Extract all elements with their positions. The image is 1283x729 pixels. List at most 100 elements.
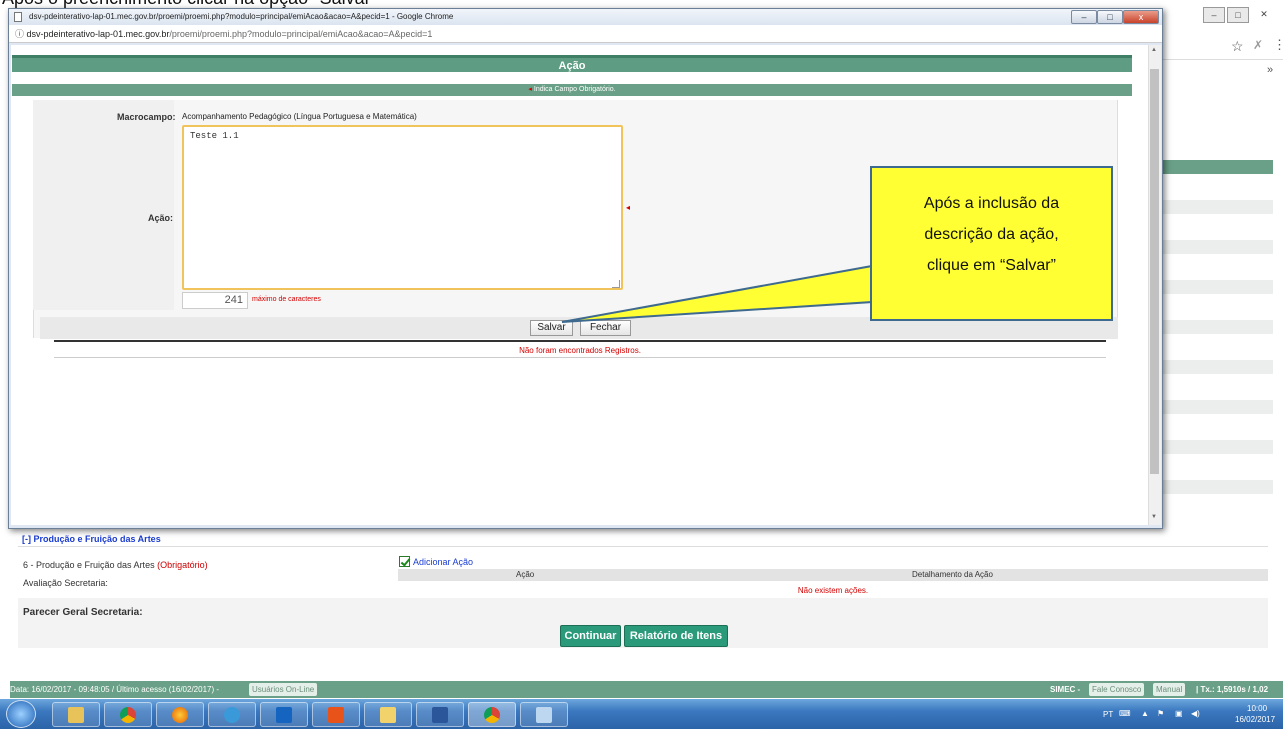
- acao-label: Ação:: [148, 213, 174, 223]
- clock-date[interactable]: 16/02/2017: [1235, 715, 1275, 724]
- callout-line-1: Após a inclusão da: [923, 195, 1060, 212]
- more-icon[interactable]: »: [1267, 64, 1273, 76]
- taskbar-orange-app[interactable]: [312, 702, 360, 727]
- keyboard-icon[interactable]: ⌨: [1119, 709, 1131, 718]
- close-button[interactable]: x: [1123, 10, 1159, 24]
- taskbar-explorer[interactable]: [52, 702, 100, 727]
- footer-date: Data: 16/02/2017 - 09:48:05 / Último ace…: [10, 685, 220, 694]
- divider: [54, 357, 1106, 358]
- background-green-bar: [1163, 160, 1273, 174]
- relatorio-button[interactable]: Relatório de Itens: [624, 625, 728, 647]
- col-acao: Ação: [516, 570, 535, 579]
- acao-textarea[interactable]: Teste 1.1: [182, 125, 623, 290]
- required-marker-icon: ◂: [626, 203, 631, 212]
- background-stripe: [1163, 480, 1273, 494]
- background-stripe: [1163, 440, 1273, 454]
- footer-tx: | Tx.: 1,5910s / 1,02: [1196, 685, 1269, 694]
- minimize-button[interactable]: –: [1071, 10, 1097, 24]
- row-label: 6 - Produção e Fruição das Artes (Obriga…: [23, 560, 208, 570]
- language-indicator[interactable]: PT: [1103, 710, 1113, 719]
- volume-icon[interactable]: ◀): [1191, 709, 1200, 718]
- star-icon[interactable]: ☆: [1231, 38, 1244, 55]
- resize-grip-icon[interactable]: [612, 280, 620, 288]
- page-icon: [14, 12, 22, 22]
- maximize-icon[interactable]: □: [1227, 7, 1249, 23]
- chrome-icon: [484, 706, 500, 723]
- address-path: /proemi/proemi.php?modulo=principal/emiA…: [169, 29, 433, 39]
- taskbar-chrome[interactable]: [104, 702, 152, 727]
- scroll-up-icon[interactable]: ▲: [1151, 47, 1157, 53]
- popup-window-controls: – □ x: [1071, 9, 1161, 25]
- window-icon: [536, 706, 552, 723]
- background-stripe: [1163, 360, 1273, 374]
- avaliacao-label: Avaliação Secretaria:: [23, 578, 108, 588]
- save-button[interactable]: Salvar: [530, 320, 573, 336]
- scroll-down-icon[interactable]: ▼: [1151, 514, 1157, 520]
- background-stripe: [1163, 400, 1273, 414]
- taskbar-ie[interactable]: [208, 702, 256, 727]
- background-stripe: [1163, 320, 1273, 334]
- row-label-text: 6 - Produção e Fruição das Artes: [23, 560, 155, 570]
- scrollbar-thumb[interactable]: [1150, 69, 1159, 474]
- address-bar[interactable]: ⓘ dsv-pdeinterativo-lap-01.mec.gov.br/pr…: [9, 25, 1162, 43]
- taskbar-folders[interactable]: [364, 702, 412, 727]
- online-users-button[interactable]: Usuários On-Line: [249, 683, 318, 696]
- fale-conosco-button[interactable]: Fale Conosco: [1089, 683, 1145, 696]
- app-icon: [328, 706, 344, 723]
- minimize-icon[interactable]: –: [1203, 7, 1225, 23]
- form-header: Ação: [12, 55, 1132, 72]
- no-records-message: Não foram encontrados Registros.: [519, 346, 641, 355]
- flag-icon[interactable]: ⚑: [1157, 709, 1164, 718]
- firefox-icon: [172, 706, 188, 723]
- address-host: dsv-pdeinterativo-lap-01.mec.gov.br: [26, 29, 170, 39]
- background-stripe: [1163, 280, 1273, 294]
- network-icon[interactable]: ▣: [1175, 709, 1183, 718]
- required-label: (Obrigatório): [157, 560, 208, 570]
- menu-icon[interactable]: ⋮: [1273, 37, 1283, 53]
- col-detalhe: Detalhamento da Ação: [912, 570, 993, 579]
- add-acao-label: Adicionar Ação: [413, 556, 474, 567]
- clock-time[interactable]: 10:00: [1247, 704, 1267, 713]
- add-acao-link[interactable]: Adicionar Ação: [399, 556, 473, 567]
- background-window-controls: – □ ✕: [1173, 7, 1283, 25]
- outlook-icon: [276, 706, 292, 723]
- background-stripe: [1163, 240, 1273, 254]
- callout-line-3: clique em “Salvar”: [927, 257, 1056, 274]
- folder-icon: [68, 706, 84, 723]
- manual-button[interactable]: Manual: [1153, 683, 1186, 696]
- continuar-button[interactable]: Continuar: [560, 625, 621, 647]
- close-icon[interactable]: ✕: [1253, 7, 1275, 23]
- parecer-label: Parecer Geral Secretaria:: [23, 607, 143, 618]
- taskbar-firefox[interactable]: [156, 702, 204, 727]
- counter-label: máximo de caracteres: [252, 296, 321, 303]
- start-button[interactable]: [6, 700, 36, 728]
- section-title[interactable]: [-] Produção e Fruição das Artes: [22, 534, 161, 544]
- checkmark-icon: [399, 556, 410, 567]
- callout-box: Após a inclusão da descrição da ação, cl…: [870, 166, 1113, 321]
- chevron-up-icon[interactable]: ▲: [1141, 709, 1149, 718]
- form-label-column: [33, 100, 174, 310]
- maximize-button[interactable]: □: [1097, 10, 1123, 24]
- extension-icon[interactable]: ✗: [1253, 38, 1263, 52]
- simec-label: SIMEC -: [1050, 685, 1081, 694]
- required-note-bar: ◂ Indica Campo Obrigatório.: [12, 84, 1132, 96]
- taskbar-word[interactable]: [416, 702, 464, 727]
- close-form-button[interactable]: Fechar: [580, 320, 631, 336]
- callout-line-2: descrição da ação,: [924, 226, 1059, 243]
- required-marker-icon: ◂: [528, 86, 532, 93]
- no-actions-message: Não existem ações.: [797, 586, 869, 595]
- required-note: Indica Campo Obrigatório.: [533, 86, 616, 93]
- taskbar-chrome-2[interactable]: [468, 702, 516, 727]
- acoes-table-header: Ação Detalhamento da Ação: [398, 569, 1268, 581]
- taskbar-outlook[interactable]: [260, 702, 308, 727]
- background-toolbar: ☆ ✗ ⋮ »: [1163, 34, 1283, 76]
- character-counter: 241: [182, 292, 248, 309]
- taskbar-window[interactable]: [520, 702, 568, 727]
- info-icon[interactable]: ⓘ: [15, 29, 27, 39]
- divider: [54, 340, 1106, 342]
- word-icon: [432, 706, 448, 723]
- macrocampo-label: Macrocampo:: [117, 112, 176, 122]
- system-tray: PT ⌨ ▲ ⚑ ▣ ◀) 10:00 16/02/2017: [1097, 702, 1283, 728]
- chrome-icon: [120, 706, 136, 723]
- footer-bar: Data: 16/02/2017 - 09:48:05 / Último ace…: [10, 681, 1283, 698]
